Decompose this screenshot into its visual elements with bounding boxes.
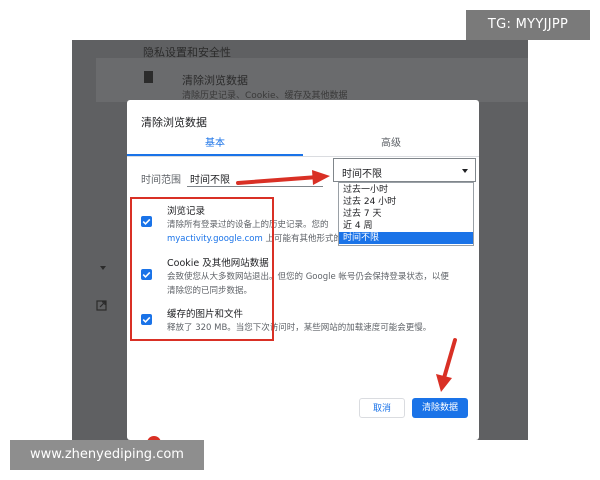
arrow-to-dropdown [236, 170, 330, 185]
annotation-arrows [236, 170, 457, 392]
watermark-top: TG: MYYJJPP [466, 10, 590, 40]
arrow-to-clear-button [436, 338, 457, 392]
watermark-bottom: www.zhenyediping.com [10, 440, 204, 470]
